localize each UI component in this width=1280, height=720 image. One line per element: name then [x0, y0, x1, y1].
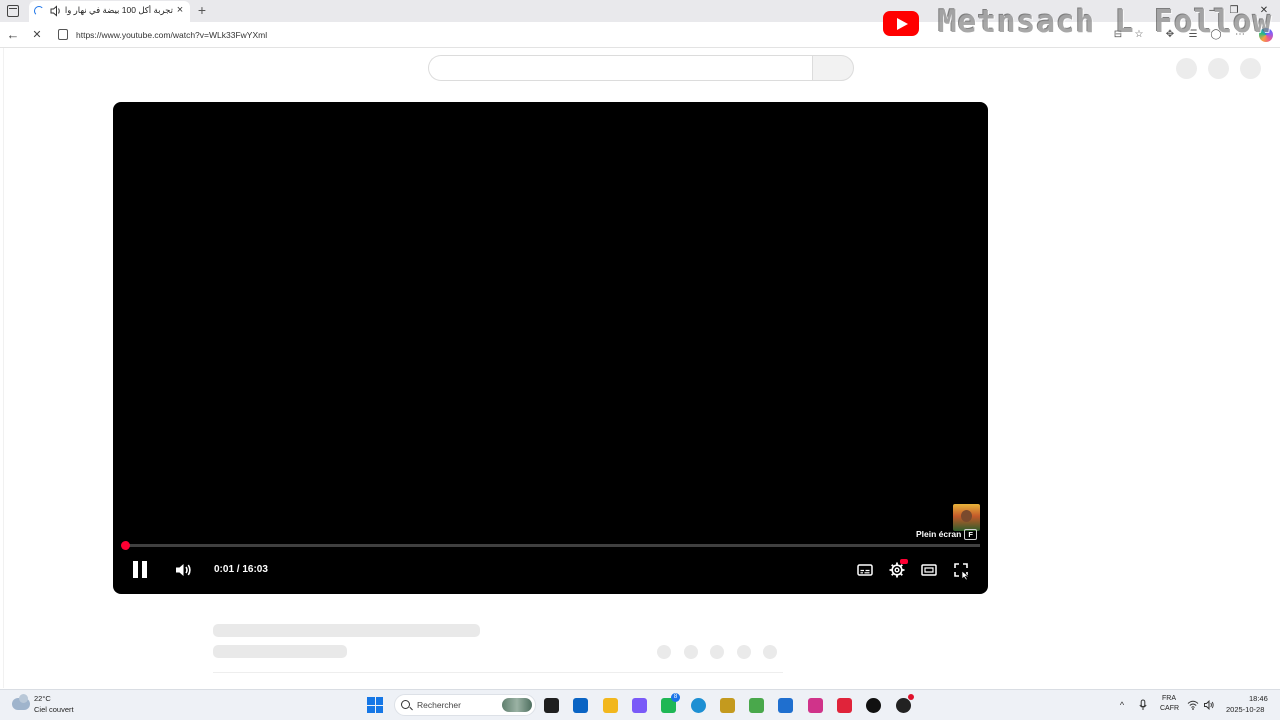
- weather-condition[interactable]: Ciel couvert: [34, 705, 74, 714]
- create-icon-placeholder[interactable]: [1176, 58, 1197, 79]
- show-hidden-icons-chevron-icon[interactable]: ^: [1116, 699, 1128, 711]
- keyboard-layout[interactable]: CAFR: [1160, 705, 1179, 712]
- clock-date[interactable]: 2025-10-28: [1226, 705, 1264, 714]
- wifi-icon[interactable]: [1187, 699, 1199, 711]
- action-placeholder: [737, 645, 751, 659]
- copilot-icon[interactable]: [632, 698, 647, 713]
- back-icon[interactable]: ←: [4, 26, 22, 44]
- address-bar[interactable]: https://www.youtube.com/watch?v=WLk33FwY…: [76, 30, 267, 40]
- stop-loading-icon[interactable]: ✕: [28, 26, 46, 44]
- watermark-text: Metnsach L Follow: [938, 4, 1273, 40]
- windows-start-icon[interactable]: [367, 697, 383, 713]
- divider: [213, 672, 783, 673]
- input-language[interactable]: FRA: [1162, 695, 1176, 702]
- speaker-icon[interactable]: [49, 4, 63, 18]
- folder-icon[interactable]: [603, 698, 618, 713]
- tiktok-icon[interactable]: [866, 698, 881, 713]
- notification-badge: 8: [671, 693, 680, 702]
- layers-app-icon[interactable]: [720, 698, 735, 713]
- youtube-logo-icon: [883, 11, 919, 36]
- download-app-icon[interactable]: [837, 698, 852, 713]
- avatar[interactable]: [1240, 58, 1261, 79]
- tab-title: تجربة أكل 100 بيضة في نهار واحد: [65, 5, 173, 15]
- tab-actions-menu-icon[interactable]: [7, 5, 19, 17]
- time-display: 0:01 / 16:03: [214, 564, 268, 575]
- video-player[interactable]: Plein écran F 0:01 / 16:03: [113, 102, 988, 594]
- site-info-lock-icon[interactable]: [58, 29, 68, 40]
- volume-tray-icon[interactable]: [1203, 699, 1215, 711]
- action-placeholder: [684, 645, 698, 659]
- hd-badge: [900, 559, 908, 564]
- search-icon: [401, 700, 410, 709]
- sheets-app-icon[interactable]: [749, 698, 764, 713]
- tooltip-shortcut: F: [964, 529, 977, 540]
- fullscreen-tooltip: Plein écran F: [916, 527, 977, 541]
- tooltip-label: Plein écran: [916, 529, 962, 539]
- title-placeholder: [213, 624, 480, 637]
- action-placeholder: [657, 645, 671, 659]
- pause-button[interactable]: [131, 558, 151, 582]
- pause-icon-bar: [142, 561, 147, 578]
- notifications-icon-placeholder[interactable]: [1208, 58, 1229, 79]
- microphone-icon[interactable]: [1137, 699, 1149, 711]
- browser-tab-active[interactable]: تجربة أكل 100 بيضة في نهار واحد ×: [29, 1, 190, 22]
- screen: تجربة أكل 100 بيضة في نهار واحد × + – ❐ …: [0, 0, 1280, 720]
- volume-icon[interactable]: [173, 558, 193, 582]
- tab-close-icon[interactable]: ×: [174, 4, 186, 16]
- search-input[interactable]: [428, 55, 813, 81]
- instagram-icon[interactable]: [808, 698, 823, 713]
- taskbar: 22°C Ciel couvert Rechercher 8 ^ FRA CAF…: [0, 689, 1280, 720]
- action-placeholder: [710, 645, 724, 659]
- search-button[interactable]: [812, 55, 854, 81]
- capcut-app-icon[interactable]: [896, 694, 914, 713]
- taskbar-search-placeholder: Rechercher: [417, 700, 461, 710]
- cloud-icon[interactable]: [12, 694, 30, 710]
- progress-bar[interactable]: [121, 541, 980, 550]
- file-explorer-window-icon[interactable]: [544, 698, 559, 713]
- pause-icon: [133, 561, 138, 578]
- whatsapp-icon[interactable]: 8: [661, 693, 680, 713]
- recording-dot: [908, 694, 914, 700]
- taskbar-search[interactable]: Rechercher: [394, 694, 536, 716]
- loading-spinner-icon: [34, 6, 44, 16]
- new-tab-icon[interactable]: +: [195, 2, 209, 18]
- theater-mode-icon[interactable]: [917, 558, 941, 582]
- fullscreen-icon[interactable]: [949, 558, 973, 582]
- subtitles-icon[interactable]: [853, 558, 877, 582]
- weather-temp[interactable]: 22°C: [34, 694, 51, 703]
- action-placeholder: [763, 645, 777, 659]
- outlook-icon[interactable]: [573, 698, 588, 713]
- scrubber-handle[interactable]: [121, 541, 130, 550]
- search-highlight-image: [502, 698, 532, 712]
- edge-icon[interactable]: [691, 698, 706, 713]
- channel-placeholder: [213, 645, 347, 658]
- store-icon[interactable]: [778, 698, 793, 713]
- clock-time[interactable]: 18:46: [1249, 694, 1268, 703]
- settings-button[interactable]: [885, 558, 909, 582]
